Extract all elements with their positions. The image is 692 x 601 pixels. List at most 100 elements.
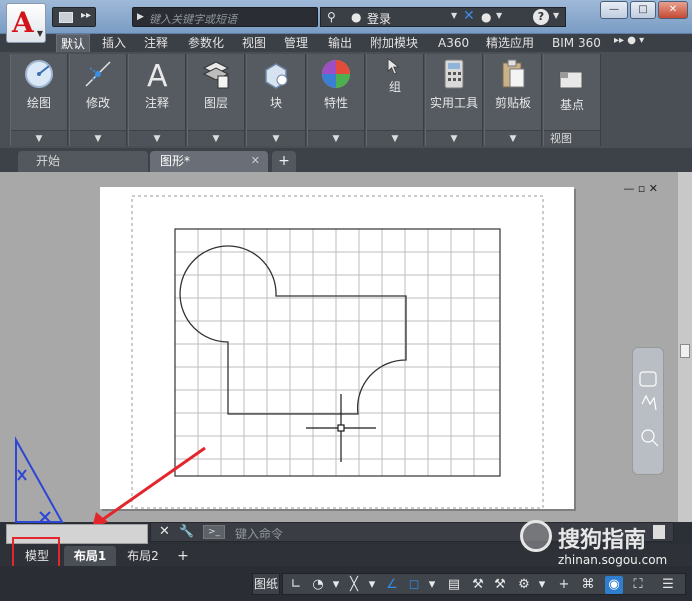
panel-view[interactable]: 基点 视图 <box>543 54 601 146</box>
tab-layout2[interactable]: 布局2 <box>118 546 168 566</box>
chevron-down-icon[interactable]: ▼ <box>496 11 502 20</box>
search-box[interactable]: ▶ 键入关键字或短语 <box>132 7 318 27</box>
minimize-button[interactable]: — <box>600 1 628 19</box>
help-icon[interactable]: ? <box>533 9 549 25</box>
panel-group[interactable]: 组 ▼ <box>366 54 424 146</box>
chevron-down-icon[interactable]: ▾ <box>533 576 551 594</box>
tab-start[interactable]: 开始 <box>18 151 148 172</box>
tab-output[interactable]: 输出 <box>324 34 356 52</box>
chevron-down-icon[interactable]: ▼ <box>70 130 126 146</box>
maximize-button[interactable]: □ <box>630 1 656 19</box>
chevron-down-icon[interactable]: ▼ <box>11 130 67 146</box>
command-input[interactable]: 键入命令 <box>235 525 283 542</box>
tab-featured-apps[interactable]: 精选应用 <box>482 34 538 52</box>
panel-modify[interactable]: 修改 ▼ <box>69 54 127 146</box>
tab-view[interactable]: 视图 <box>238 34 270 52</box>
isolate-icon[interactable]: ⌘ <box>579 576 597 594</box>
user-icon[interactable]: ● <box>351 10 361 24</box>
command-prompt-icon[interactable]: >_ <box>203 525 225 539</box>
paper-space-toggle[interactable]: 图纸 <box>252 573 280 595</box>
tab-a360[interactable]: A360 <box>434 34 473 52</box>
chevron-down-icon[interactable]: ▾ <box>423 576 441 594</box>
account-toolbar: ⚲ ● 登录 ▼ ✕ ● ▼ ? ▼ <box>320 7 566 27</box>
annotation-scale-icon[interactable]: ⚒ <box>469 576 487 594</box>
login-button[interactable]: 登录 <box>367 10 391 27</box>
autocad-window: A ▼ ▸▸ ▶ 键入关键字或短语 ⚲ ● 登录 ▼ ✕ ● ▼ ? ▼ — □… <box>0 0 692 601</box>
panel-label: 特性 <box>323 96 348 110</box>
tab-drawing-label: 图形* <box>160 154 191 168</box>
tab-drawing[interactable]: 图形* ✕ <box>150 151 268 172</box>
panel-layers[interactable]: 图层 ▼ <box>187 54 245 146</box>
chevron-down-icon[interactable]: ▾ <box>363 576 381 594</box>
navigation-bar[interactable] <box>632 347 664 475</box>
a360-user-icon[interactable]: ● <box>481 10 491 24</box>
tab-insert[interactable]: 插入 <box>98 34 130 52</box>
panel-draw[interactable]: 绘图 ▼ <box>10 54 68 146</box>
clipboard-icon <box>502 59 525 88</box>
tab-annotate[interactable]: 注释 <box>140 34 172 52</box>
plus-icon[interactable]: + <box>555 576 573 594</box>
viewport-controls[interactable]: — ▫ ✕ <box>623 182 658 195</box>
watermark-title: 搜狗指南 <box>558 528 647 553</box>
close-icon[interactable]: ✕ <box>251 151 260 171</box>
panel-utilities[interactable]: 实用工具 ▼ <box>425 54 483 146</box>
tab-manage[interactable]: 管理 <box>280 34 312 52</box>
title-bar: A ▼ ▸▸ ▶ 键入关键字或短语 ⚲ ● 登录 ▼ ✕ ● ▼ ? ▼ — □… <box>0 0 692 43</box>
hardware-acceleration-icon[interactable]: ◉ <box>605 576 623 594</box>
tab-home[interactable]: 默认 <box>56 34 91 52</box>
add-layout-button[interactable]: + <box>174 546 192 566</box>
layout-paper <box>100 187 574 509</box>
polar-icon[interactable]: ◔ <box>309 576 327 594</box>
annotation-visibility-icon[interactable]: ⚒ <box>491 576 509 594</box>
ribbon-tabs: 默认 插入 注释 参数化 视图 管理 输出 附加模块 A360 精选应用 BIM… <box>0 34 692 52</box>
panel-properties[interactable]: 特性 ▼ <box>307 54 365 146</box>
chevron-down-icon[interactable]: ▼ <box>247 130 305 146</box>
status-toggles: ∟ ◔ ▾ ╳ ▾ ∠ ◻ ▾ ▤ ⚒ ⚒ ⚙ ▾ + ⌘ ◉ ⛶ ☰ <box>282 573 686 595</box>
customize-menu-icon[interactable]: ☰ <box>659 576 677 594</box>
tab-layout1[interactable]: 布局1 <box>64 546 116 566</box>
draw-circle-icon <box>25 60 53 88</box>
expand-icon[interactable]: ▸▸ <box>81 10 91 21</box>
exchange-icon[interactable]: ✕ <box>463 8 475 24</box>
panel-block[interactable]: 块 ▼ <box>246 54 306 146</box>
osnap-track-icon[interactable]: ╳ <box>345 576 363 594</box>
panel-clipboard[interactable]: 剪贴板 ▼ <box>484 54 542 146</box>
new-tab-button[interactable]: + <box>272 151 296 172</box>
color-wheel-icon <box>322 60 350 88</box>
scroll-thumb[interactable] <box>680 344 690 358</box>
panel-annotation[interactable]: A 注释 ▼ <box>128 54 186 146</box>
chevron-down-icon[interactable]: ▼ <box>553 11 559 20</box>
wrench-icon[interactable]: 🔧 <box>179 524 194 538</box>
vertical-scrollbar[interactable] <box>678 172 692 522</box>
dynamic-ucs-icon[interactable]: ∠ <box>383 576 401 594</box>
chevron-down-icon[interactable]: ▼ <box>188 130 244 146</box>
lineweight-icon[interactable]: ▤ <box>445 576 463 594</box>
annotation-icon: A <box>147 59 168 90</box>
ortho-icon[interactable]: ∟ <box>287 576 305 594</box>
folder-icon[interactable] <box>59 12 73 23</box>
ribbon-tab-options-icon[interactable]: ▸▸ ● ▾ <box>614 35 644 46</box>
chevron-down-icon[interactable]: ▼ <box>129 130 185 146</box>
tab-bim360[interactable]: BIM 360 <box>548 34 605 52</box>
close-button[interactable]: ✕ <box>658 1 688 19</box>
workspace-gear-icon[interactable]: ⚙ <box>515 576 533 594</box>
osnap-icon[interactable]: ◻ <box>405 576 423 594</box>
chevron-down-icon[interactable]: ▼ <box>485 130 541 146</box>
chevron-down-icon[interactable]: ▾ <box>327 576 345 594</box>
drawing-area[interactable]: — ▫ ✕ <box>0 172 692 522</box>
tab-addins[interactable]: 附加模块 <box>366 34 422 52</box>
chevron-down-icon[interactable]: ▼ <box>308 130 364 146</box>
clean-screen-icon[interactable]: ⛶ <box>629 576 647 594</box>
tab-parametric[interactable]: 参数化 <box>184 34 228 52</box>
application-menu-button[interactable]: A ▼ <box>6 3 46 43</box>
panel-label: 绘图 <box>26 96 51 110</box>
close-icon[interactable]: ✕ <box>159 524 170 539</box>
quick-access-toolbar[interactable]: ▸▸ <box>52 7 96 27</box>
chevron-down-icon[interactable]: ▼ <box>426 130 482 146</box>
file-tabs: 开始 图形* ✕ + <box>0 148 692 172</box>
binoculars-icon[interactable]: ⚲ <box>327 10 336 24</box>
chevron-down-icon[interactable]: ▼ <box>451 11 457 20</box>
chevron-down-icon[interactable]: ▼ <box>367 130 423 146</box>
view-panel-footer[interactable]: 视图 <box>544 130 600 146</box>
search-arrow-icon: ▶ <box>137 12 144 22</box>
